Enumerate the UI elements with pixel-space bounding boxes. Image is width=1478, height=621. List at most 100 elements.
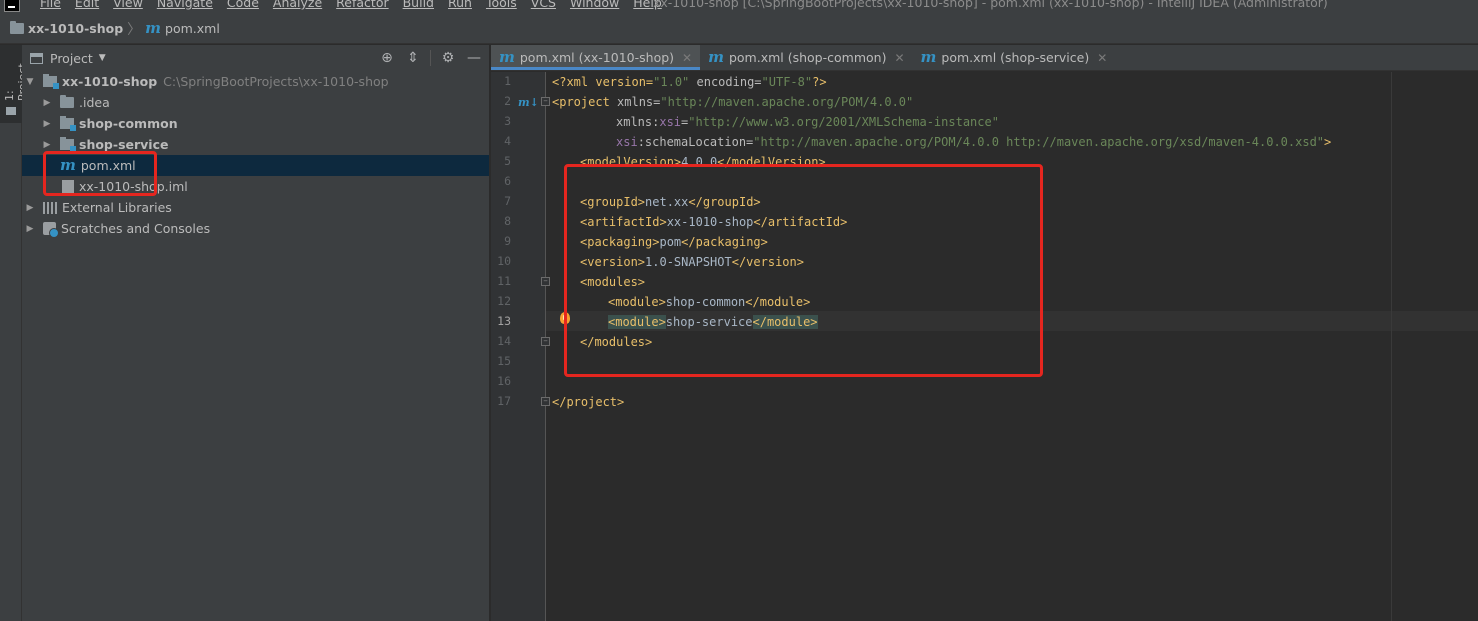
menu-refactor[interactable]: Refactor <box>336 0 388 10</box>
project-tree: ▼ xx-1010-shop C:\SpringBootProjects\xx-… <box>22 71 489 239</box>
tree-item-label: xx-1010-shop <box>62 74 158 89</box>
menu-vcs[interactable]: VCS <box>531 0 556 10</box>
menu-run[interactable]: Run <box>448 0 472 10</box>
tree-item-label: xx-1010-shop.iml <box>79 179 188 194</box>
line-number: 16 <box>497 374 511 388</box>
collapsed-arrow-icon[interactable]: ▶ <box>25 224 35 234</box>
menu-view[interactable]: View <box>113 0 143 10</box>
module-file-icon <box>62 180 74 193</box>
line-number: 5 <box>504 154 511 168</box>
code-token: xmlns: <box>616 115 660 129</box>
maven-file-icon: m <box>708 48 724 66</box>
menu-code[interactable]: Code <box>227 0 259 10</box>
project-view-selector[interactable]: Project <box>50 51 93 66</box>
code-token: </modules> <box>580 335 653 349</box>
right-margin-guide <box>1391 72 1392 621</box>
code-line-12: <module>shop-common</module> <box>608 292 810 312</box>
code-line-2: <project xmlns="http://maven.apache.org/… <box>552 92 913 112</box>
tree-item-root[interactable]: ▼ xx-1010-shop C:\SpringBootProjects\xx-… <box>22 71 489 92</box>
chevron-down-icon[interactable]: ▼ <box>99 53 106 63</box>
breadcrumb-project[interactable]: xx-1010-shop <box>28 21 123 36</box>
code-token: "http://maven.apache.org/POM/4.0.0" <box>660 95 914 109</box>
line-number: 12 <box>497 294 511 308</box>
menu-build[interactable]: Build <box>403 0 434 10</box>
minimize-icon[interactable]: — <box>461 49 487 67</box>
tree-item-external-libraries[interactable]: ▶ External Libraries <box>22 197 489 218</box>
maven-navigate-icon[interactable]: m↓ <box>518 96 539 109</box>
code-token: :schemaLocation= <box>637 135 754 149</box>
tree-item-path: C:\SpringBootProjects\xx-1010-shop <box>163 74 389 89</box>
menu-list: File Edit View Navigate Code Analyze Ref… <box>40 0 676 10</box>
menu-edit[interactable]: Edit <box>75 0 99 10</box>
tree-item-scratches[interactable]: ▶ Scratches and Consoles <box>22 218 489 239</box>
close-icon[interactable]: ✕ <box>894 51 904 65</box>
menu-analyze[interactable]: Analyze <box>273 0 322 10</box>
menu-tools[interactable]: Tools <box>486 0 517 10</box>
tree-item-pom[interactable]: m pom.xml <box>22 155 489 176</box>
menu-bar: File Edit View Navigate Code Analyze Ref… <box>0 0 1478 14</box>
code-token-matched: <module> <box>608 315 666 329</box>
tab-label: pom.xml (shop-common) <box>728 50 887 65</box>
code-token: </packaging> <box>681 235 768 249</box>
fold-marker-icon[interactable]: − <box>541 277 550 286</box>
collapsed-arrow-icon[interactable]: ▶ <box>42 140 52 150</box>
menu-navigate[interactable]: Navigate <box>157 0 213 10</box>
tree-item-shop-common[interactable]: ▶ shop-common <box>22 113 489 134</box>
tree-item-idea[interactable]: ▶ .idea <box>22 92 489 113</box>
line-number: 4 <box>504 134 511 148</box>
project-window-icon <box>30 52 43 64</box>
code-token: </artifactId> <box>753 215 848 229</box>
code-token: "http://www.w3.org/2001/XMLSchema-instan… <box>688 115 999 129</box>
editor: m pom.xml (xx-1010-shop) ✕ m pom.xml (sh… <box>491 45 1478 621</box>
code-line-1: <?xml version="1.0" encoding="UTF-8"?> <box>552 72 827 92</box>
tree-item-label: shop-service <box>79 137 169 152</box>
project-tool-tab[interactable]: 1: Project <box>0 45 29 123</box>
fold-marker-icon[interactable]: − <box>541 337 550 346</box>
fold-marker-icon[interactable]: − <box>541 97 550 106</box>
code-line-4: xsi:schemaLocation="http://maven.apache.… <box>616 132 1331 152</box>
breadcrumb-file[interactable]: pom.xml <box>165 21 220 36</box>
module-folder-icon <box>60 116 76 131</box>
collapsed-arrow-icon[interactable]: ▶ <box>25 203 35 213</box>
collapsed-arrow-icon[interactable]: ▶ <box>42 119 52 129</box>
tree-item-iml[interactable]: xx-1010-shop.iml <box>22 176 489 197</box>
code-line-10: <version>1.0-SNAPSHOT</version> <box>580 252 804 272</box>
tab-pom-root[interactable]: m pom.xml (xx-1010-shop) ✕ <box>491 45 701 70</box>
project-panel-header: Project ▼ ⊕ ⇕ ⚙ — <box>22 45 489 71</box>
code-token: encoding= <box>689 75 762 89</box>
close-icon[interactable]: ✕ <box>1097 51 1107 65</box>
code-token: > <box>1324 135 1332 149</box>
code-token: "1.0" <box>653 75 690 89</box>
code-token: <modules> <box>580 275 646 289</box>
code-token: </version> <box>731 255 804 269</box>
line-number: 3 <box>504 114 511 128</box>
line-number: 1 <box>504 74 511 88</box>
code-token: </groupId> <box>688 195 761 209</box>
close-icon[interactable]: ✕ <box>682 51 692 65</box>
code-token: ?> <box>812 75 827 89</box>
collapsed-arrow-icon[interactable]: ▶ <box>42 98 52 108</box>
folder-icon <box>10 21 24 34</box>
maven-file-icon: m <box>920 48 937 66</box>
gear-icon[interactable]: ⚙ <box>435 49 461 67</box>
fold-marker-icon[interactable]: − <box>541 397 550 406</box>
intellij-logo-icon <box>4 0 20 12</box>
expanded-arrow-icon[interactable]: ▼ <box>25 77 35 87</box>
code-token: </modelVersion> <box>717 155 826 169</box>
folder-icon <box>6 107 16 115</box>
chevron-right-icon: 〉 <box>127 21 142 38</box>
menu-file[interactable]: File <box>40 0 61 10</box>
tab-pom-shop-service[interactable]: m pom.xml (shop-service) ✕ <box>913 45 1116 70</box>
line-number-current: 13 <box>497 314 511 328</box>
code-token: <artifactId> <box>580 215 667 229</box>
lightbulb-icon[interactable] <box>560 312 570 324</box>
code-area[interactable]: 1 2 3 4 5 6 7 8 9 10 11 12 13 14 15 16 1… <box>491 72 1478 621</box>
tab-pom-shop-common[interactable]: m pom.xml (shop-common) ✕ <box>700 45 912 70</box>
collapse-all-icon[interactable]: ⇕ <box>400 49 426 67</box>
line-number: 6 <box>504 174 511 188</box>
code-token: <?xml version= <box>552 75 654 89</box>
code-line-9: <packaging>pom</packaging> <box>580 232 768 252</box>
locate-icon[interactable]: ⊕ <box>374 49 400 67</box>
menu-window[interactable]: Window <box>570 0 619 10</box>
tree-item-shop-service[interactable]: ▶ shop-service <box>22 134 489 155</box>
